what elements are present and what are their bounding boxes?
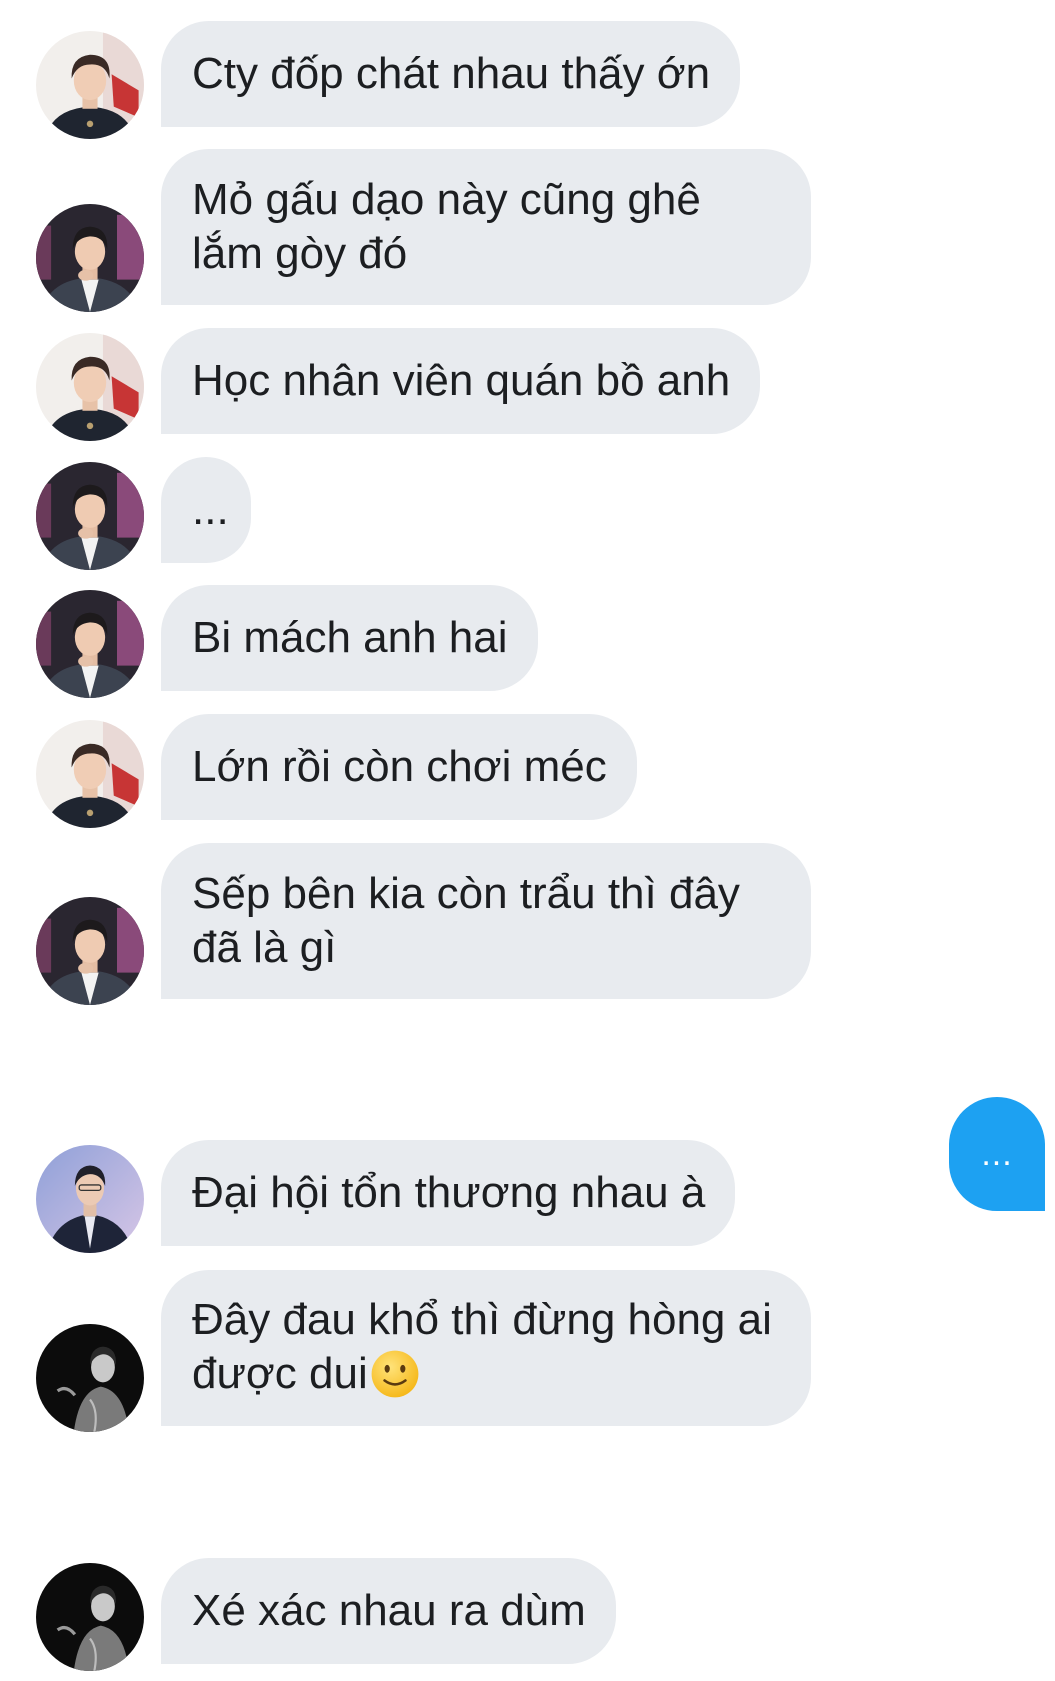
avatar[interactable] xyxy=(36,1145,144,1253)
chat-thread: Cty đốp chát nhau thấy ớn Mỏ gấu dạo này… xyxy=(0,0,1055,1681)
message-text: ... xyxy=(981,1134,1013,1173)
avatar[interactable] xyxy=(36,897,144,1005)
message-text: Lớn rồi còn chơi méc xyxy=(192,742,607,791)
message-bubble[interactable]: Mỏ gấu dạo này cũng ghê lắm gòy đó xyxy=(161,149,811,305)
avatar[interactable] xyxy=(36,720,144,828)
avatar-b-image xyxy=(36,590,144,698)
message-text: Mỏ gấu dạo này cũng ghê lắm gòy đó xyxy=(192,175,701,278)
message-text: Bi mách anh hai xyxy=(192,613,508,662)
slightly-smiling-face-icon xyxy=(369,1348,421,1400)
avatar-d-image xyxy=(36,1563,144,1671)
avatar[interactable] xyxy=(36,1563,144,1671)
avatar-d-image xyxy=(36,1324,144,1432)
message-text: Sếp bên kia còn trẩu thì đây đã là gì xyxy=(192,869,740,972)
avatar-a-image xyxy=(36,333,144,441)
avatar[interactable] xyxy=(36,31,144,139)
avatar-c-image xyxy=(36,1145,144,1253)
message-text: Xé xác nhau ra dùm xyxy=(192,1586,586,1635)
message-text: ... xyxy=(192,485,229,534)
avatar[interactable] xyxy=(36,462,144,570)
message-bubble[interactable]: Cty đốp chát nhau thấy ớn xyxy=(161,21,741,127)
message-bubble[interactable]: Học nhân viên quán bồ anh xyxy=(161,328,761,434)
message-bubble[interactable]: Xé xác nhau ra dùm xyxy=(161,1558,616,1664)
message-bubble[interactable]: ... xyxy=(161,457,251,563)
avatar-b-image xyxy=(36,462,144,570)
message-bubble[interactable]: Lớn rồi còn chơi méc xyxy=(161,714,637,820)
message-bubble[interactable]: Bi mách anh hai xyxy=(161,585,538,691)
avatar[interactable] xyxy=(36,590,144,698)
avatar[interactable] xyxy=(36,204,144,312)
message-bubble[interactable]: Đây đau khổ thì đừng hòng ai được dui xyxy=(161,1270,811,1426)
avatar[interactable] xyxy=(36,1324,144,1432)
avatar[interactable] xyxy=(36,333,144,441)
avatar-a-image xyxy=(36,720,144,828)
message-bubble[interactable]: Sếp bên kia còn trẩu thì đây đã là gì xyxy=(161,843,811,999)
message-text: Cty đốp chát nhau thấy ớn xyxy=(192,49,711,98)
avatar-b-image xyxy=(36,897,144,1005)
message-text: Đại hội tổn thương nhau à xyxy=(192,1168,706,1217)
avatar-a-image xyxy=(36,31,144,139)
avatar-b-image xyxy=(36,204,144,312)
sent-message-bubble[interactable]: ... xyxy=(949,1097,1045,1211)
message-text: Đây đau khổ thì đừng hòng ai được dui xyxy=(192,1295,772,1400)
message-text: Học nhân viên quán bồ anh xyxy=(192,356,731,405)
message-bubble[interactable]: Đại hội tổn thương nhau à xyxy=(161,1140,736,1246)
